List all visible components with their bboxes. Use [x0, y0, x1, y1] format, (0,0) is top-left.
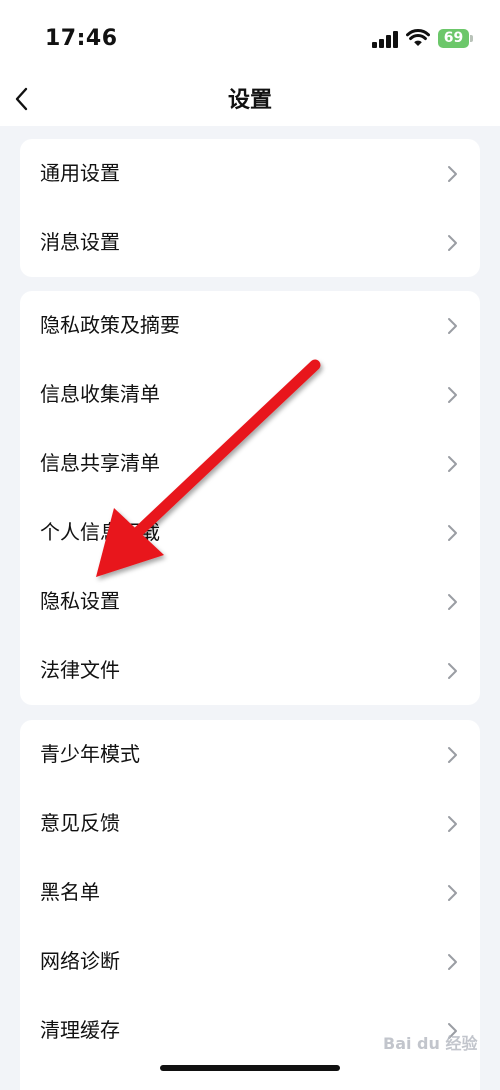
status-time: 17:46	[45, 26, 118, 51]
settings-group-privacy: 隐私政策及摘要 信息收集清单 信息共享清单 个人信息下载 隐私设置 法律文件	[20, 291, 480, 705]
chevron-right-icon	[448, 166, 457, 182]
chevron-right-icon	[448, 816, 457, 832]
battery-level: 69	[438, 29, 469, 48]
row-label: 意见反馈	[40, 811, 120, 835]
row-label: 黑名单	[40, 880, 100, 904]
chevron-right-icon	[448, 663, 457, 679]
chevron-right-icon	[448, 318, 457, 334]
info-collection-list-row[interactable]: 信息收集清单	[20, 360, 480, 429]
chevron-right-icon	[448, 594, 457, 610]
chevron-right-icon	[448, 235, 457, 251]
header-area: 17:46 69 设置	[0, 0, 500, 126]
row-label: 信息收集清单	[40, 382, 160, 406]
feedback-row[interactable]: 意见反馈	[20, 789, 480, 858]
row-label: 个人信息下载	[40, 520, 160, 544]
chevron-right-icon	[448, 387, 457, 403]
chevron-right-icon	[448, 954, 457, 970]
info-sharing-list-row[interactable]: 信息共享清单	[20, 429, 480, 498]
page-title: 设置	[227, 88, 272, 113]
settings-group-general: 通用设置 消息设置	[20, 139, 480, 277]
teen-mode-row[interactable]: 青少年模式	[20, 720, 480, 789]
status-bar: 17:46 69	[0, 0, 500, 76]
chevron-right-icon	[448, 456, 457, 472]
cellular-signal-icon	[372, 30, 400, 48]
blacklist-row[interactable]: 黑名单	[20, 858, 480, 927]
row-label: 消息设置	[40, 230, 120, 254]
chevron-right-icon	[448, 885, 457, 901]
wifi-icon	[406, 29, 430, 46]
personal-info-download-row[interactable]: 个人信息下载	[20, 498, 480, 567]
row-label: 通用设置	[40, 161, 120, 185]
row-label: 清理缓存	[40, 1018, 120, 1042]
network-diagnosis-row[interactable]: 网络诊断	[20, 927, 480, 996]
chevron-right-icon	[448, 525, 457, 541]
battery-icon: 69	[438, 29, 474, 48]
baidu-jingyan-watermark: Bai du 经验	[383, 1034, 478, 1053]
row-label: 法律文件	[40, 658, 120, 682]
row-label: 信息共享清单	[40, 451, 160, 475]
privacy-settings-row[interactable]: 隐私设置	[20, 567, 480, 636]
navigation-bar: 设置	[0, 76, 500, 126]
legal-documents-row[interactable]: 法律文件	[20, 636, 480, 705]
row-label: 青少年模式	[40, 742, 140, 766]
message-settings-row[interactable]: 消息设置	[20, 208, 480, 277]
home-indicator[interactable]	[160, 1065, 340, 1071]
chevron-right-icon	[448, 747, 457, 763]
privacy-policy-row[interactable]: 隐私政策及摘要	[20, 291, 480, 360]
row-label: 网络诊断	[40, 949, 120, 973]
general-settings-row[interactable]: 通用设置	[20, 139, 480, 208]
row-label: 隐私政策及摘要	[40, 313, 180, 337]
row-label: 隐私设置	[40, 589, 120, 613]
